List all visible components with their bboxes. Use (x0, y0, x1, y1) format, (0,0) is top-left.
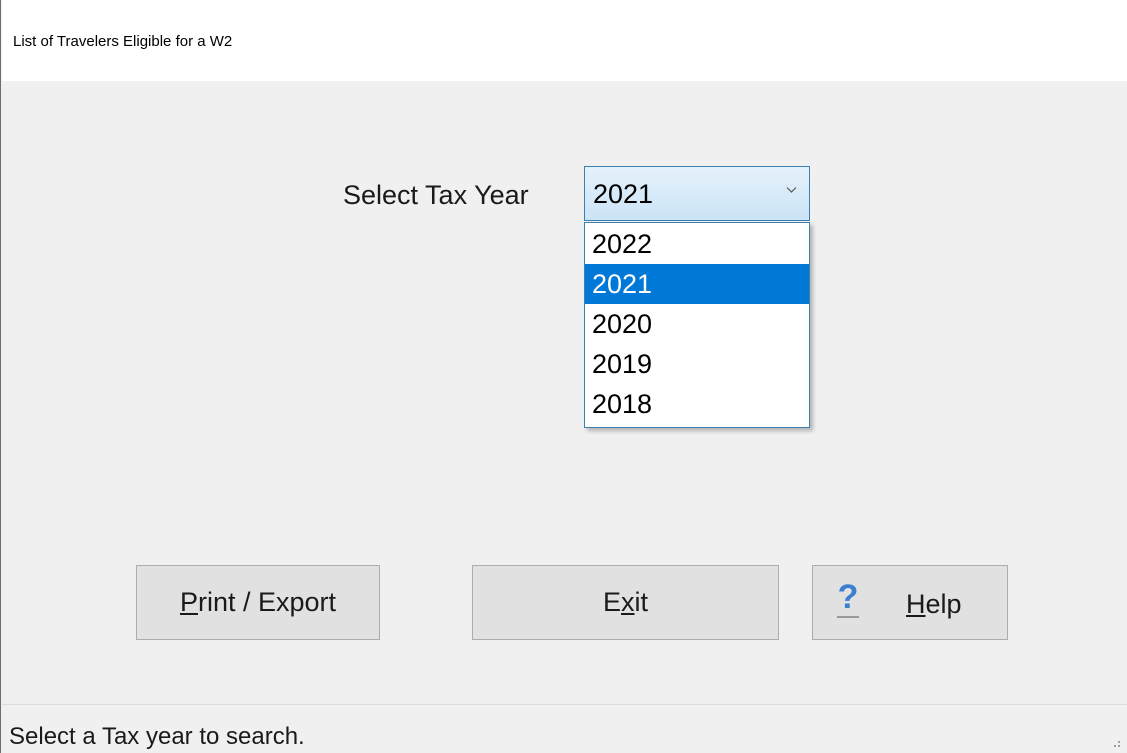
exit-button[interactable]: Exit (472, 565, 779, 640)
tax-year-option-selected[interactable]: 2021 (585, 264, 809, 304)
status-bar-divider (2, 704, 1127, 705)
resize-grip-icon[interactable] (1108, 735, 1122, 749)
tax-year-selected-value: 2021 (593, 179, 654, 209)
svg-text:?: ? (838, 578, 859, 616)
print-export-label: Print / Export (179, 587, 337, 617)
help-button[interactable]: ? Help (812, 565, 1008, 640)
tax-year-label: Select Tax Year (343, 180, 529, 210)
tax-year-combobox[interactable]: 2021 (584, 166, 810, 221)
status-bar-text: Select a Tax year to search. (9, 723, 305, 750)
w2-eligible-travelers-window: List of Travelers Eligible for a W2 Sele… (0, 0, 1127, 753)
print-export-button[interactable]: Print / Export (136, 565, 380, 640)
tax-year-option[interactable]: 2022 (585, 224, 809, 264)
client-area (2, 81, 1127, 753)
tax-year-dropdown-list: 2022 2021 2020 2019 2018 (584, 222, 810, 428)
help-label: Help (906, 589, 962, 619)
tax-year-option[interactable]: 2020 (585, 304, 809, 344)
tax-year-option[interactable]: 2018 (585, 384, 809, 424)
title-bar: List of Travelers Eligible for a W2 (2, 0, 1127, 81)
chevron-down-icon (786, 187, 797, 193)
tax-year-option[interactable]: 2019 (585, 344, 809, 384)
question-mark-icon: ? (837, 578, 859, 618)
exit-label: Exit (602, 587, 648, 617)
window-title: List of Travelers Eligible for a W2 (13, 33, 233, 50)
